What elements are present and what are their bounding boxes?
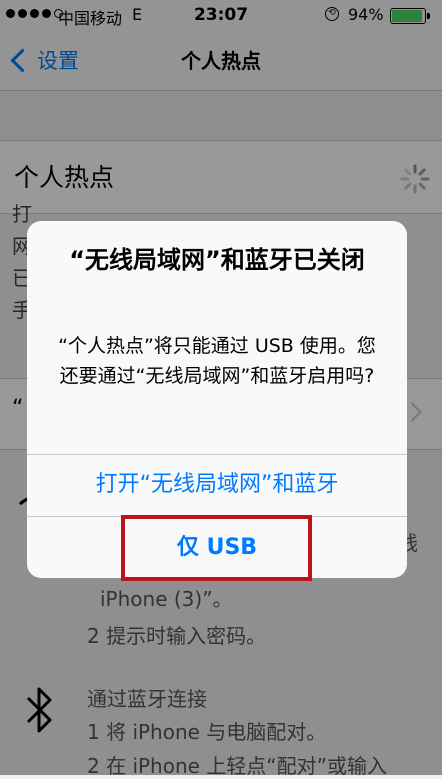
enable-wifi-bluetooth-button[interactable]: 打开“无线局域网”和蓝牙: [27, 455, 407, 515]
alert-message: “个人热点”将只能通过 USB 使用。您还要通过“无线局域网”和蓝牙启用吗?: [58, 335, 376, 387]
alert-title: “无线局域网”和蓝牙已关闭: [69, 246, 365, 274]
highlight-box: [121, 515, 312, 581]
